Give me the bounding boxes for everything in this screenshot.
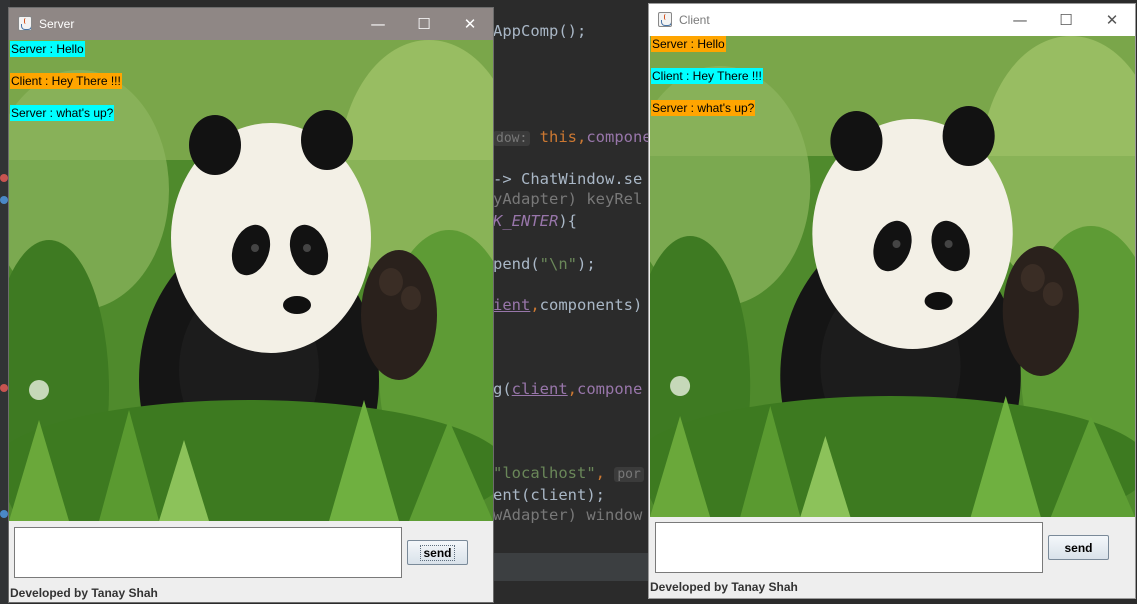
code-token: ent(client); [493, 486, 605, 504]
minimize-button[interactable]: — [997, 4, 1043, 36]
code-token: components) [539, 296, 643, 314]
chat-message: Server : Hello [651, 36, 726, 52]
server-chat-window: Server — ☐ ✕ Server: Hello Client: Hey… [8, 7, 494, 603]
override-marker-icon[interactable] [0, 196, 8, 204]
code-line[interactable]: -> ChatWindow.se [493, 170, 642, 188]
code-token: "localhost" [493, 464, 596, 482]
code-token: ); [577, 255, 596, 273]
code-token: , [595, 464, 605, 482]
developer-credit: Developed by Tanay Shah [650, 580, 798, 594]
breakpoint-icon[interactable] [0, 174, 8, 182]
code-token: yAdapter) keyRel [493, 190, 643, 208]
code-line[interactable]: g(client,compone [493, 380, 642, 398]
code-token: pend( [493, 255, 540, 273]
code-token: AppComp(); [493, 22, 587, 40]
code-token: , [567, 380, 578, 398]
code-line[interactable]: AppComp(); [493, 22, 586, 40]
client-chat-window: Client — ☐ ✕ Server: Hello Client: Hey… [648, 3, 1136, 599]
code-token: ient [493, 296, 531, 314]
maximize-button[interactable]: ☐ [1043, 4, 1089, 36]
code-token: compone [577, 380, 643, 398]
code-line[interactable]: ent(client); [493, 486, 605, 504]
client-titlebar[interactable]: Client — ☐ ✕ [649, 4, 1135, 36]
code-line[interactable]: dow: this,compone [493, 128, 652, 146]
close-button[interactable]: ✕ [447, 8, 493, 40]
java-app-icon [18, 16, 32, 31]
code-token: "\n" [539, 255, 577, 273]
code-token: por [614, 467, 644, 482]
java-app-icon [658, 12, 672, 27]
code-token: g( [493, 380, 512, 398]
code-token: this [539, 128, 577, 146]
maximize-button[interactable]: ☐ [401, 8, 447, 40]
message-input[interactable] [655, 522, 1043, 573]
chat-message: Server : what's up? [10, 105, 115, 121]
chat-message: Client : Hey There !!! [10, 73, 122, 89]
code-token: K_ENTER [493, 212, 559, 230]
minimize-button[interactable]: — [355, 8, 401, 40]
code-token: , [576, 128, 587, 146]
window-title: Client [679, 13, 710, 27]
send-button[interactable]: send [407, 540, 468, 565]
code-line[interactable]: "localhost", por [493, 464, 644, 482]
code-line[interactable]: yAdapter) keyRel [493, 190, 642, 208]
code-token: dow: [493, 131, 531, 146]
chat-area: Server : Hello Client : Hey There !!! Serv… [650, 36, 1135, 517]
ide-status-strip [493, 553, 653, 581]
code-line[interactable]: ient,components) [493, 296, 642, 314]
chat-message: Server : what's up? [651, 100, 756, 116]
override-marker-icon[interactable] [0, 510, 8, 518]
developer-credit: Developed by Tanay Shah [10, 586, 158, 600]
code-line[interactable]: K_ENTER){ [493, 212, 577, 230]
code-token: -> ChatWindow.se [493, 170, 643, 188]
code-line[interactable]: wAdapter) window [493, 506, 642, 524]
code-line[interactable]: pend("\n"); [493, 255, 596, 273]
message-input[interactable] [14, 527, 402, 578]
send-button-label: send [1064, 540, 1093, 555]
close-button[interactable]: ✕ [1089, 4, 1135, 36]
code-token: , [530, 296, 540, 314]
chat-message: Client : Hey There !!! [651, 68, 763, 84]
send-button[interactable]: send [1048, 535, 1109, 560]
code-token: client [511, 380, 568, 398]
code-token: compone [586, 128, 652, 146]
window-title: Server [39, 17, 75, 31]
code-token: ){ [558, 212, 577, 230]
chat-area: Server : Hello Client : Hey There !!! Serv… [9, 40, 493, 521]
server-titlebar[interactable]: Server — ☐ ✕ [9, 8, 493, 40]
breakpoint-icon[interactable] [0, 384, 8, 392]
send-button-label: send [420, 544, 455, 561]
chat-message: Server : Hello [10, 41, 85, 57]
code-token: wAdapter) window [493, 506, 643, 524]
